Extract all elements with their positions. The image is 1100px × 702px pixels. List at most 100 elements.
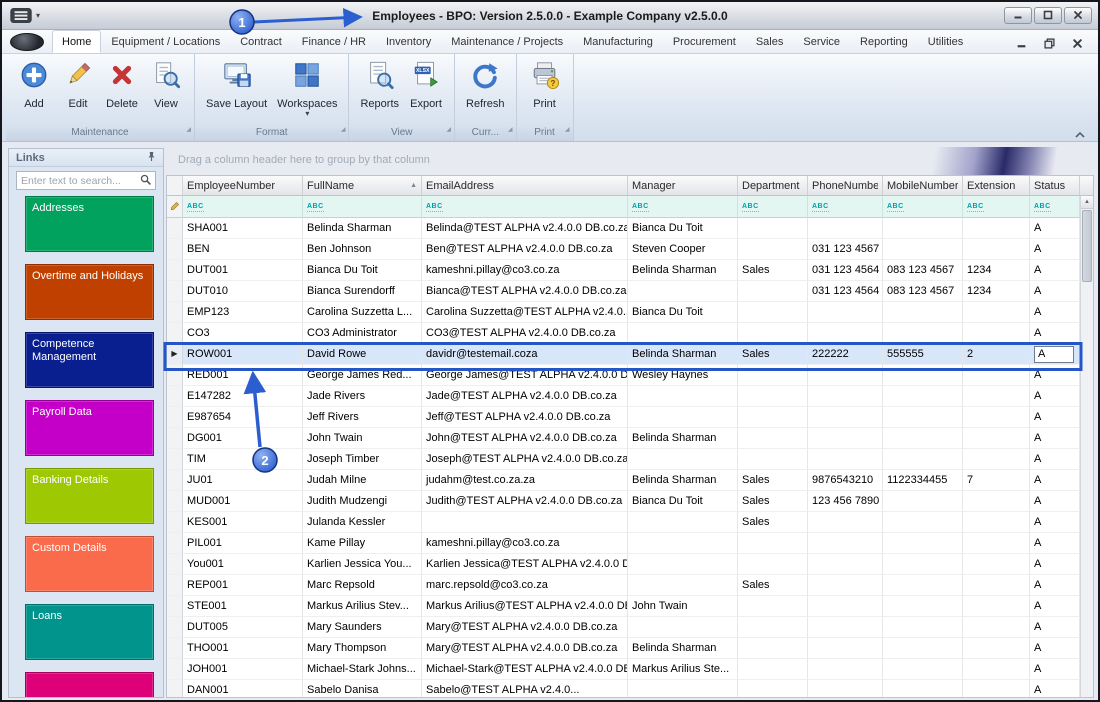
export-button[interactable]: XLSXExport (404, 58, 448, 110)
filter-cell-manager[interactable]: ABC (628, 196, 738, 218)
table-row[interactable]: PIL001Kame Pillaykameshni.pillay@co3.co.… (167, 533, 1093, 554)
table-row[interactable]: CO3CO3 AdministratorCO3@TEST ALPHA v2.4.… (167, 323, 1093, 344)
app-orb-icon[interactable] (10, 33, 44, 51)
filter-cell-emailaddress[interactable]: ABC (422, 196, 628, 218)
tab-home[interactable]: Home (52, 30, 101, 53)
column-header-employeenumber[interactable]: EmployeeNumber (183, 176, 303, 196)
tab-manufacturing[interactable]: Manufacturing (573, 30, 663, 53)
column-header-status[interactable]: Status (1030, 176, 1080, 196)
table-row[interactable]: E147282Jade RiversJade@TEST ALPHA v2.4.0… (167, 386, 1093, 407)
close-button[interactable] (1064, 7, 1092, 24)
table-row[interactable]: DUT010Bianca SurendorffBianca@TEST ALPHA… (167, 281, 1093, 302)
print-button-label: Print (533, 98, 556, 110)
table-row[interactable]: E987654Jeff RiversJeff@TEST ALPHA v2.4.0… (167, 407, 1093, 428)
tab-contract[interactable]: Contract (230, 30, 292, 53)
column-header-manager[interactable]: Manager (628, 176, 738, 196)
minimize-button[interactable] (1004, 7, 1032, 24)
table-row[interactable]: THO001Mary ThompsonMary@TEST ALPHA v2.4.… (167, 638, 1093, 659)
group-dialog-launcher-icon[interactable]: ◢ (186, 123, 191, 138)
filter-cell-fullname[interactable]: ABC (303, 196, 422, 218)
table-row[interactable]: DAN001Sabelo DanisaSabelo@TEST ALPHA v2.… (167, 680, 1093, 698)
table-row[interactable]: STE001Markus Arilius Stev...Markus Arili… (167, 596, 1093, 617)
maximize-button[interactable] (1034, 7, 1062, 24)
tab-procurement[interactable]: Procurement (663, 30, 746, 53)
delete-button[interactable]: Delete (100, 58, 144, 110)
tab-inventory[interactable]: Inventory (376, 30, 441, 53)
tab-utilities[interactable]: Utilities (918, 30, 973, 53)
sidebar-tile-overtime-and-holidays[interactable]: Overtime and Holidays (25, 264, 154, 320)
table-row[interactable]: DUT005Mary SaundersMary@TEST ALPHA v2.4.… (167, 617, 1093, 638)
search-input[interactable] (21, 175, 140, 187)
table-row[interactable]: KES001Julanda KesslerSalesA (167, 512, 1093, 533)
filter-cell-indicator[interactable] (167, 196, 183, 218)
scrollbar-thumb[interactable] (1082, 210, 1092, 282)
app-menu-icon[interactable] (10, 8, 32, 23)
ribbon-group-format: Save LayoutWorkspaces▾Format◢ (195, 54, 349, 141)
view-button[interactable]: View (144, 58, 188, 110)
table-row[interactable]: ▶ROW001David Rowedavidr@testemail.cozaBe… (167, 344, 1093, 365)
search-icon[interactable] (140, 172, 151, 190)
pin-icon[interactable] (147, 149, 156, 167)
column-header-mobilenumber[interactable]: MobileNumber (883, 176, 963, 196)
tab-service[interactable]: Service (793, 30, 850, 53)
status-editor[interactable]: A (1034, 346, 1074, 363)
reports-button-label: Reports (360, 98, 399, 110)
column-header-phonenumber[interactable]: PhoneNumber (808, 176, 883, 196)
table-row[interactable]: MUD001Judith MudzengiJudith@TEST ALPHA v… (167, 491, 1093, 512)
filter-cell-status[interactable]: ABC (1030, 196, 1080, 218)
vertical-scrollbar[interactable]: ▲ (1080, 196, 1093, 697)
table-row[interactable]: RED001George James Red...George James@TE… (167, 365, 1093, 386)
table-row[interactable]: JU01Judah Milnejudahm@test.co.za.zaBelin… (167, 470, 1093, 491)
edit-button[interactable]: Edit (56, 58, 100, 110)
table-row[interactable]: TIMJoseph TimberJoseph@TEST ALPHA v2.4.0… (167, 449, 1093, 470)
group-dialog-launcher-icon[interactable]: ◢ (446, 123, 451, 138)
column-header-emailaddress[interactable]: EmailAddress (422, 176, 628, 196)
tab-maintenance-projects[interactable]: Maintenance / Projects (441, 30, 573, 53)
table-row[interactable]: SHA001Belinda SharmanBelinda@TEST ALPHA … (167, 218, 1093, 239)
quick-access-caret-icon[interactable]: ▾ (36, 11, 40, 20)
scroll-up-icon[interactable]: ▲ (1081, 196, 1093, 209)
refresh-button[interactable]: Refresh (461, 58, 510, 110)
tab-equipment-locations[interactable]: Equipment / Locations (101, 30, 230, 53)
table-row[interactable]: DUT001Bianca Du Toitkameshni.pillay@co3.… (167, 260, 1093, 281)
filter-cell-mobilenumber[interactable]: ABC (883, 196, 963, 218)
column-header-fullname[interactable]: FullName▲ (303, 176, 422, 196)
group-dialog-launcher-icon[interactable]: ◢ (341, 123, 346, 138)
mdi-minimize-icon[interactable] (1016, 36, 1028, 48)
cell-status: A (1030, 512, 1080, 533)
save-layout-button[interactable]: Save Layout (201, 58, 272, 110)
sidebar-tile-banking-details[interactable]: Banking Details (25, 468, 154, 524)
tab-reporting[interactable]: Reporting (850, 30, 918, 53)
filter-cell-extension[interactable]: ABC (963, 196, 1030, 218)
table-row[interactable]: You001Karlien Jessica You...Karlien Jess… (167, 554, 1093, 575)
mdi-close-icon[interactable] (1072, 36, 1084, 48)
group-dialog-launcher-icon[interactable]: ◢ (565, 123, 570, 138)
group-dialog-launcher-icon[interactable]: ◢ (508, 123, 513, 138)
table-row[interactable]: REP001Marc Repsoldmarc.repsold@co3.co.za… (167, 575, 1093, 596)
column-header-extension[interactable]: Extension (963, 176, 1030, 196)
filter-cell-phonenumber[interactable]: ABC (808, 196, 883, 218)
sidebar-tile-partial[interactable] (25, 672, 154, 698)
print-button[interactable]: ?Print (523, 58, 567, 110)
table-row[interactable]: JOH001Michael-Stark Johns...Michael-Star… (167, 659, 1093, 680)
sidebar-tile-competence-management[interactable]: Competence Management (25, 332, 154, 388)
sidebar-tile-payroll-data[interactable]: Payroll Data (25, 400, 154, 456)
sidebar-tile-custom-details[interactable]: Custom Details (25, 536, 154, 592)
add-button[interactable]: Add (12, 58, 56, 110)
tab-finance-hr[interactable]: Finance / HR (292, 30, 376, 53)
table-row[interactable]: DG001John TwainJohn@TEST ALPHA v2.4.0.0 … (167, 428, 1093, 449)
filter-cell-employeenumber[interactable]: ABC (183, 196, 303, 218)
sidebar-tile-loans[interactable]: Loans (25, 604, 154, 660)
sidebar-tile-addresses[interactable]: Addresses (25, 196, 154, 252)
mdi-restore-icon[interactable] (1044, 36, 1056, 48)
reports-button[interactable]: Reports (355, 58, 404, 110)
workspaces-button[interactable]: Workspaces▾ (272, 58, 342, 118)
filter-cell-department[interactable]: ABC (738, 196, 808, 218)
cell-indicator (167, 449, 183, 470)
tab-sales[interactable]: Sales (746, 30, 794, 53)
ribbon-collapse-icon[interactable] (1074, 126, 1088, 136)
table-row[interactable]: EMP123Carolina Suzzetta L...Carolina Suz… (167, 302, 1093, 323)
column-header-department[interactable]: Department (738, 176, 808, 196)
table-row[interactable]: BENBen JohnsonBen@TEST ALPHA v2.4.0.0 DB… (167, 239, 1093, 260)
sidebar-tile-label: Banking Details (26, 469, 153, 492)
